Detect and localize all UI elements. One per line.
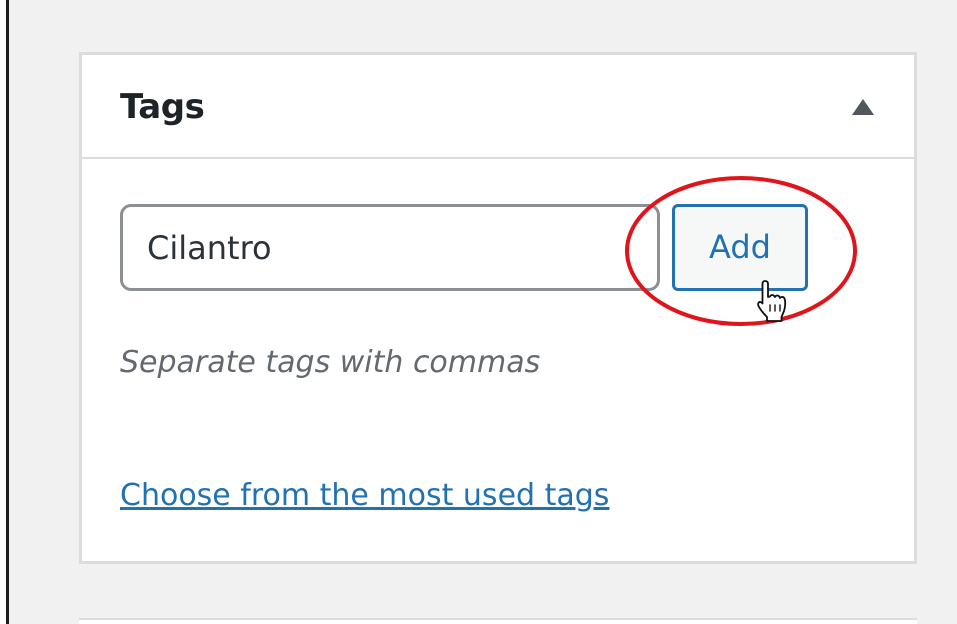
tag-input[interactable] — [120, 204, 660, 291]
panel-title: Tags — [120, 87, 205, 127]
tags-meta-box: Tags Add Separate tags with commas Choos… — [79, 52, 917, 564]
next-panel-edge — [79, 618, 917, 624]
add-tag-button[interactable]: Add — [672, 204, 808, 291]
tags-meta-box-header: Tags — [82, 55, 914, 159]
screenshot-frame: Tags Add Separate tags with commas Choos… — [6, 0, 957, 624]
choose-most-used-tags-link[interactable]: Choose from the most used tags — [120, 478, 609, 514]
triangle-up-icon[interactable] — [852, 99, 874, 115]
tag-separator-hint: Separate tags with commas — [120, 345, 541, 380]
